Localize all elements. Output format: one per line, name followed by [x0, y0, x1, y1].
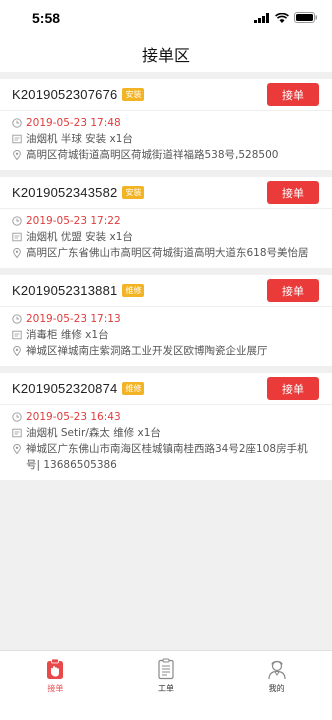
order-product: 消毒柜 维修 x1台	[26, 329, 109, 341]
order-product: 油烟机 半球 安装 x1台	[26, 133, 133, 145]
order-address-row: 禅城区广东佛山市南海区桂城镇南桂西路34号2座108房手机号| 13686505…	[12, 441, 320, 473]
product-icon	[12, 134, 22, 144]
order-card-header: K2019052307676 安装 接单	[0, 79, 332, 111]
bottom-tab-bar: 接单 工单 我的	[0, 650, 332, 720]
order-product: 油烟机 优盟 安装 x1台	[26, 231, 133, 243]
tab-label: 我的	[268, 684, 285, 693]
battery-icon	[294, 12, 317, 23]
order-card-body: 2019-05-23 17:13 消毒柜 维修 x1台 禅城区禅城南庄紫洞路工业…	[0, 307, 332, 366]
clock-icon	[12, 412, 22, 422]
service-type-badge: 维修	[122, 382, 145, 395]
clock-icon	[12, 314, 22, 324]
tab-label: 接单	[47, 684, 64, 693]
tab-label: 工单	[158, 684, 174, 693]
order-address: 高明区荷城街道高明区荷城街道祥福路538号,528500	[26, 149, 279, 161]
order-time-row: 2019-05-23 17:13	[12, 311, 320, 327]
location-pin-icon	[13, 444, 21, 454]
order-card: K2019052313881 维修 接单 2019-05-23 17:13 消毒…	[0, 275, 332, 366]
service-type-badge: 维修	[122, 284, 145, 297]
order-card: K2019052343582 安装 接单 2019-05-23 17:22 油烟…	[0, 177, 332, 268]
order-list: K2019052307676 安装 接单 2019-05-23 17:48 油烟…	[0, 72, 332, 480]
order-time-row: 2019-05-23 17:48	[12, 115, 320, 131]
location-pin-icon	[13, 150, 21, 160]
product-icon	[12, 232, 22, 242]
order-product-row: 消毒柜 维修 x1台	[12, 327, 320, 343]
accept-order-button[interactable]: 接单	[267, 83, 319, 106]
order-card: K2019052307676 安装 接单 2019-05-23 17:48 油烟…	[0, 79, 332, 170]
document-list-icon	[158, 658, 174, 680]
location-pin-icon	[13, 346, 21, 356]
order-product-row: 油烟机 半球 安装 x1台	[12, 131, 320, 147]
order-time: 2019-05-23 17:22	[26, 215, 121, 227]
user-profile-icon	[268, 660, 286, 680]
order-card-body: 2019-05-23 17:48 油烟机 半球 安装 x1台 高明区荷城街道高明…	[0, 111, 332, 170]
nav-bar: 接单区	[0, 36, 332, 72]
wifi-icon	[275, 12, 289, 23]
service-type-badge: 安装	[122, 88, 145, 101]
status-bar: 5:58	[0, 0, 332, 36]
order-address: 禅城区禅城南庄紫洞路工业开发区欧博陶瓷企业展厅	[26, 345, 268, 357]
accept-order-button[interactable]: 接单	[267, 181, 319, 204]
order-card-header: K2019052320874 维修 接单	[0, 373, 332, 405]
order-address: 禅城区广东佛山市南海区桂城镇南桂西路34号2座108房手机号| 13686505…	[26, 443, 308, 471]
location-pin-icon	[13, 248, 21, 258]
tab-work-orders[interactable]: 工单	[111, 651, 222, 720]
product-icon	[12, 428, 22, 438]
tab-profile[interactable]: 我的	[221, 651, 332, 720]
order-number: K2019052313881	[12, 283, 118, 298]
clock-icon	[12, 216, 22, 226]
accept-order-button[interactable]: 接单	[267, 377, 319, 400]
order-card-header: K2019052313881 维修 接单	[0, 275, 332, 307]
order-number: K2019052307676	[12, 87, 118, 102]
order-card-body: 2019-05-23 16:43 油烟机 Setir/森太 维修 x1台 禅城区…	[0, 405, 332, 480]
clipboard-hand-icon	[47, 658, 64, 679]
order-time-row: 2019-05-23 16:43	[12, 409, 320, 425]
clock-icon	[12, 118, 22, 128]
order-number: K2019052343582	[12, 185, 118, 200]
service-type-badge: 安装	[122, 186, 145, 199]
status-icons	[254, 12, 318, 23]
order-product-row: 油烟机 Setir/森太 维修 x1台	[12, 425, 320, 441]
product-icon	[12, 330, 22, 340]
order-time-row: 2019-05-23 17:22	[12, 213, 320, 229]
order-card-header: K2019052343582 安装 接单	[0, 177, 332, 209]
order-address-row: 禅城区禅城南庄紫洞路工业开发区欧博陶瓷企业展厅	[12, 343, 320, 359]
order-address-row: 高明区荷城街道高明区荷城街道祥福路538号,528500	[12, 147, 320, 163]
order-card: K2019052320874 维修 接单 2019-05-23 16:43 油烟…	[0, 373, 332, 480]
order-address-row: 高明区广东省佛山市高明区荷城街道高明大道东618号美怡居	[12, 245, 320, 261]
order-address: 高明区广东省佛山市高明区荷城街道高明大道东618号美怡居	[26, 247, 309, 259]
order-product: 油烟机 Setir/森太 维修 x1台	[26, 427, 161, 439]
signal-icon	[254, 12, 269, 23]
accept-order-button[interactable]: 接单	[267, 279, 319, 302]
tab-accept-orders[interactable]: 接单	[0, 651, 111, 720]
order-time: 2019-05-23 16:43	[26, 411, 121, 423]
order-time: 2019-05-23 17:48	[26, 117, 121, 129]
order-time: 2019-05-23 17:13	[26, 313, 121, 325]
status-time: 5:58	[32, 10, 61, 26]
page-title: 接单区	[141, 46, 190, 65]
order-card-body: 2019-05-23 17:22 油烟机 优盟 安装 x1台 高明区广东省佛山市…	[0, 209, 332, 268]
order-number: K2019052320874	[12, 381, 118, 396]
order-product-row: 油烟机 优盟 安装 x1台	[12, 229, 320, 245]
